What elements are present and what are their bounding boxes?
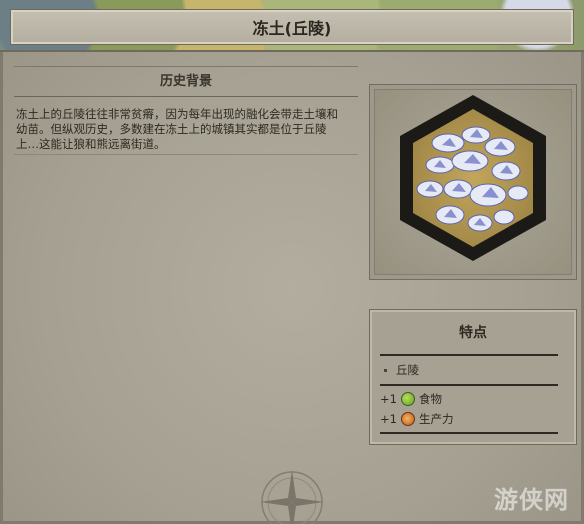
divider bbox=[380, 432, 558, 434]
yield-row-food: +1 食物 bbox=[380, 391, 442, 407]
divider bbox=[380, 354, 558, 356]
yield-amount: +1 bbox=[380, 392, 397, 406]
bullet-icon bbox=[384, 368, 387, 372]
divider bbox=[380, 384, 558, 386]
history-title: 历史背景 bbox=[159, 74, 212, 89]
yield-label: 食物 bbox=[418, 392, 442, 406]
yield-row-production: +1 生产力 bbox=[380, 411, 453, 427]
feature-terrain-label: 丘陵 bbox=[396, 363, 419, 377]
header-map-strip: 冻土(丘陵) bbox=[0, 0, 584, 52]
compass-rose-icon bbox=[260, 470, 324, 524]
title-plate: 冻土(丘陵) bbox=[10, 9, 574, 45]
history-text: 冻土上的丘陵往往非常贫瘠，因为每年出现的融化会带走土壤和幼苗。但纵观历史，多数建… bbox=[16, 107, 338, 151]
divider bbox=[14, 96, 358, 97]
features-panel: 特点 丘陵 +1 食物 +1 生产力 bbox=[369, 309, 577, 445]
feature-terrain-item: 丘陵 bbox=[380, 362, 419, 378]
yield-amount: +1 bbox=[380, 412, 397, 426]
tile-image-panel bbox=[369, 84, 577, 280]
page-title: 冻土(丘陵) bbox=[252, 19, 332, 38]
features-title: 特点 bbox=[459, 325, 487, 341]
yield-label: 生产力 bbox=[418, 412, 454, 426]
food-icon bbox=[400, 392, 415, 406]
tundra-hills-tile-image bbox=[400, 95, 546, 261]
divider bbox=[14, 66, 358, 67]
watermark-logo: 游侠网 bbox=[494, 486, 569, 514]
divider bbox=[14, 154, 358, 155]
production-icon bbox=[400, 412, 415, 426]
